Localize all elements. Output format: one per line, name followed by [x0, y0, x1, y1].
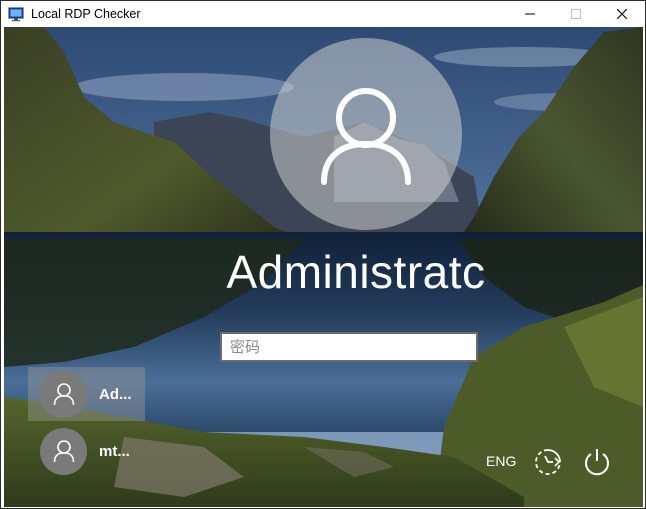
password-input[interactable] [220, 332, 478, 362]
close-icon [617, 9, 627, 19]
username-label: Administratc [226, 246, 486, 298]
user-avatar [270, 38, 462, 230]
monitor-icon [8, 7, 24, 22]
close-button[interactable] [599, 1, 645, 27]
user-icon [53, 383, 74, 406]
user-icon [53, 440, 74, 463]
user-avatar-small [40, 370, 87, 418]
language-indicator[interactable]: ENG [486, 453, 516, 469]
minimize-icon [525, 13, 535, 15]
maximize-icon [571, 9, 581, 19]
power-icon [585, 449, 609, 476]
title-bar[interactable]: Local RDP Checker [1, 1, 645, 27]
window-controls [507, 1, 645, 27]
user-tile-label: Ad... [99, 385, 132, 403]
user-avatar-icon [321, 88, 411, 185]
user-tile-administrator[interactable]: Ad... [28, 367, 145, 421]
user-tile-label: mt... [99, 442, 130, 460]
user-tile-mt[interactable]: mt... [28, 424, 145, 478]
power-button[interactable] [579, 444, 615, 480]
ease-of-access-icon [535, 449, 561, 475]
app-window: Local RDP Checker Administratc Ad... mt.… [0, 0, 646, 509]
ease-of-access-button[interactable] [530, 444, 566, 480]
minimize-button[interactable] [507, 1, 553, 27]
maximize-button[interactable] [553, 1, 599, 27]
window-title: Local RDP Checker [31, 7, 141, 21]
lock-screen: Administratc Ad... mt... ENG [4, 27, 643, 507]
user-avatar-small [40, 427, 87, 475]
